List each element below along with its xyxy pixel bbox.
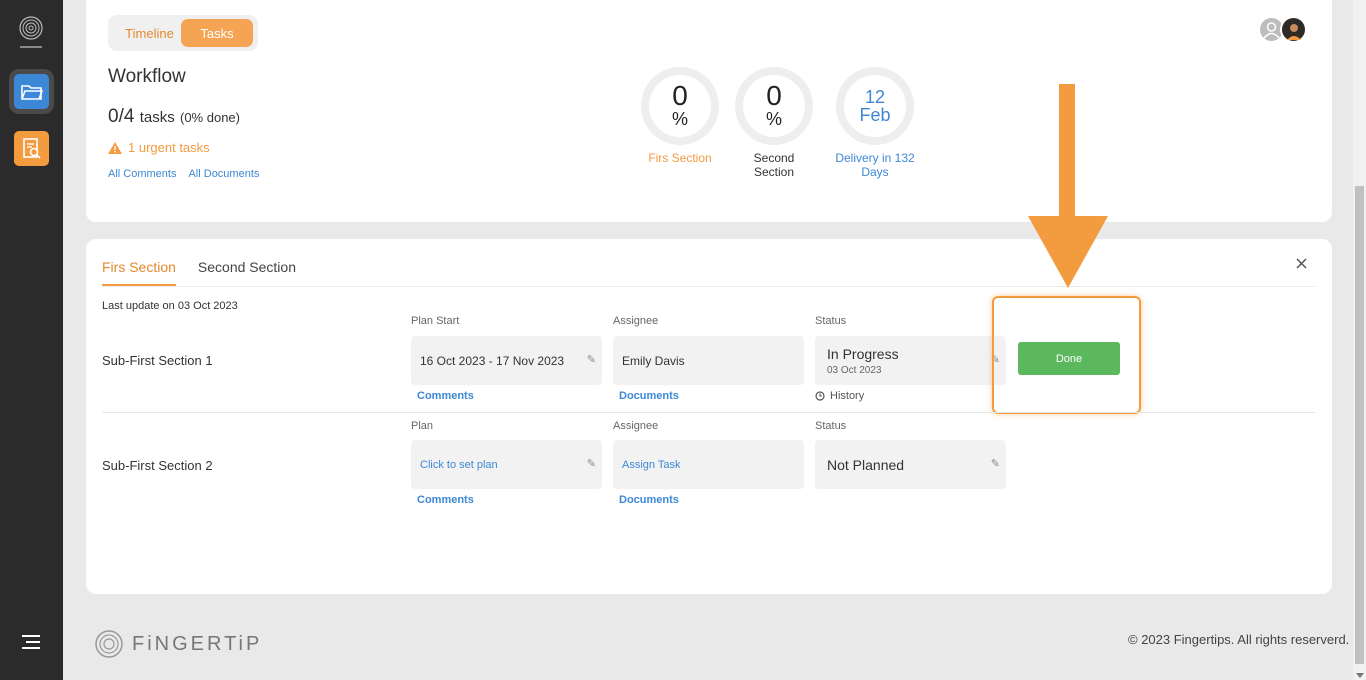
close-icon[interactable]	[1296, 258, 1307, 269]
delivery-caption: Delivery in 132 Days	[835, 151, 915, 179]
urgent-tasks[interactable]: 1 urgent tasks	[108, 140, 210, 155]
assignee-label: Assignee	[613, 420, 659, 432]
section-tabs: Firs Section Second Section	[102, 259, 296, 286]
tasks-label: tasks	[139, 109, 175, 126]
progress-value: 0	[766, 80, 782, 111]
status-field[interactable]: Not Planned ✎	[815, 440, 1006, 489]
urgent-tasks-label: 1 urgent tasks	[128, 140, 210, 155]
plan-field[interactable]: 16 Oct 2023 - 17 Nov 2023 ✎	[411, 336, 602, 385]
sidebar-item-projects[interactable]	[14, 74, 49, 109]
delivery-month: Feb	[859, 105, 891, 125]
delivery-day: 12	[864, 87, 886, 107]
tab-second-section[interactable]: Second Section	[198, 259, 296, 286]
plan-field[interactable]: Click to set plan ✎	[411, 440, 602, 489]
assignee-value: Emily Davis	[622, 353, 685, 368]
all-comments-link[interactable]: All Comments	[108, 168, 176, 180]
copyright: © 2023 Fingertips. All rights reserverd.	[1128, 632, 1350, 647]
section-progress-second: 0 % Second Section	[734, 67, 814, 179]
status-date: 03 Oct 2023	[827, 364, 882, 376]
sidebar-item-reports[interactable]	[14, 131, 49, 166]
sections-card: Firs Section Second Section Last update …	[86, 239, 1332, 594]
plan-value: 16 Oct 2023 - 17 Nov 2023	[420, 353, 565, 368]
progress-value: 0	[672, 80, 688, 111]
scrollbar[interactable]	[1353, 0, 1366, 680]
section-progress-first: 0 % Firs Section	[640, 67, 720, 165]
warning-icon	[108, 141, 122, 154]
folder-icon	[20, 84, 43, 100]
plan-label: Plan Start	[411, 315, 460, 327]
row-divider	[102, 412, 1315, 413]
delivery-ring: 12 Feb	[836, 67, 914, 145]
fingerprint-logo-icon	[95, 630, 123, 658]
progress-ring: 0 %	[641, 67, 719, 145]
done-button[interactable]: Done	[1018, 342, 1120, 375]
progress-caption: Second Section	[753, 151, 795, 179]
scrollbar-thumb[interactable]	[1355, 186, 1364, 664]
page-title: Workflow	[108, 66, 186, 87]
comments-link[interactable]: Comments	[417, 390, 474, 402]
sidebar	[0, 0, 63, 680]
assignee-field[interactable]: Emily Davis	[613, 336, 804, 385]
timeline-toggle-button[interactable]: Timeline	[112, 19, 187, 47]
annotation-arrow-icon	[1028, 84, 1108, 288]
history-label: History	[830, 390, 865, 402]
delivery-date: 12 Feb Delivery in 132 Days	[835, 67, 915, 179]
menu-icon[interactable]	[22, 634, 42, 650]
edit-icon[interactable]: ✎	[587, 353, 596, 366]
status-label: Status	[815, 420, 847, 432]
assignee-avatars[interactable]	[1258, 16, 1310, 44]
set-plan-link[interactable]: Click to set plan	[420, 459, 498, 471]
status-value: In Progress	[827, 345, 899, 362]
user-photo-icon	[1287, 24, 1301, 40]
footer-logo: FiNGERTiP	[94, 629, 262, 659]
last-update: Last update on 03 Oct 2023	[102, 300, 238, 312]
task-row-name: Sub-First Section 2	[102, 458, 213, 473]
avatar[interactable]	[1280, 16, 1307, 43]
assign-task-link[interactable]: Assign Task	[622, 459, 681, 471]
assignee-field[interactable]: Assign Task	[613, 440, 804, 489]
fingerprint-logo-icon	[19, 16, 43, 48]
plan-label: Plan	[411, 420, 434, 432]
status-label: Status	[815, 315, 847, 327]
progress-unit: %	[765, 109, 782, 129]
tasks-percent: (0% done)	[180, 110, 240, 125]
documents-link[interactable]: Documents	[619, 390, 679, 402]
view-toggle: Timeline Tasks	[108, 15, 258, 51]
progress-ring: 0 %	[735, 67, 813, 145]
summary-links: All Comments All Documents	[108, 168, 259, 180]
status-field[interactable]: In Progress 03 Oct 2023 ✎	[815, 336, 1006, 385]
history-icon	[815, 391, 825, 401]
assignee-label: Assignee	[613, 315, 659, 327]
tab-firs-section[interactable]: Firs Section	[102, 259, 176, 286]
report-search-icon	[22, 137, 41, 159]
footer-logo-text: FiNGERTiP	[132, 632, 263, 655]
progress-caption: Firs Section	[648, 151, 712, 165]
all-documents-link[interactable]: All Documents	[188, 168, 259, 180]
history-link[interactable]: History	[815, 390, 864, 402]
documents-link[interactable]: Documents	[619, 494, 679, 506]
scroll-down-icon[interactable]	[1356, 673, 1364, 678]
task-row-name: Sub-First Section 1	[102, 353, 213, 368]
tasks-progress: 0/4 tasks (0% done)	[108, 106, 240, 128]
edit-icon[interactable]: ✎	[587, 457, 596, 470]
status-value: Not Planned	[827, 456, 905, 473]
progress-unit: %	[671, 109, 688, 129]
edit-icon[interactable]: ✎	[991, 457, 1000, 470]
divider	[102, 286, 1315, 287]
workflow-summary-card: Timeline Tasks Workflow 0/4 tasks (0% do…	[86, 0, 1332, 222]
tasks-done-count: 0/4	[108, 106, 135, 127]
comments-link[interactable]: Comments	[417, 494, 474, 506]
tasks-toggle-button[interactable]: Tasks	[181, 19, 253, 47]
